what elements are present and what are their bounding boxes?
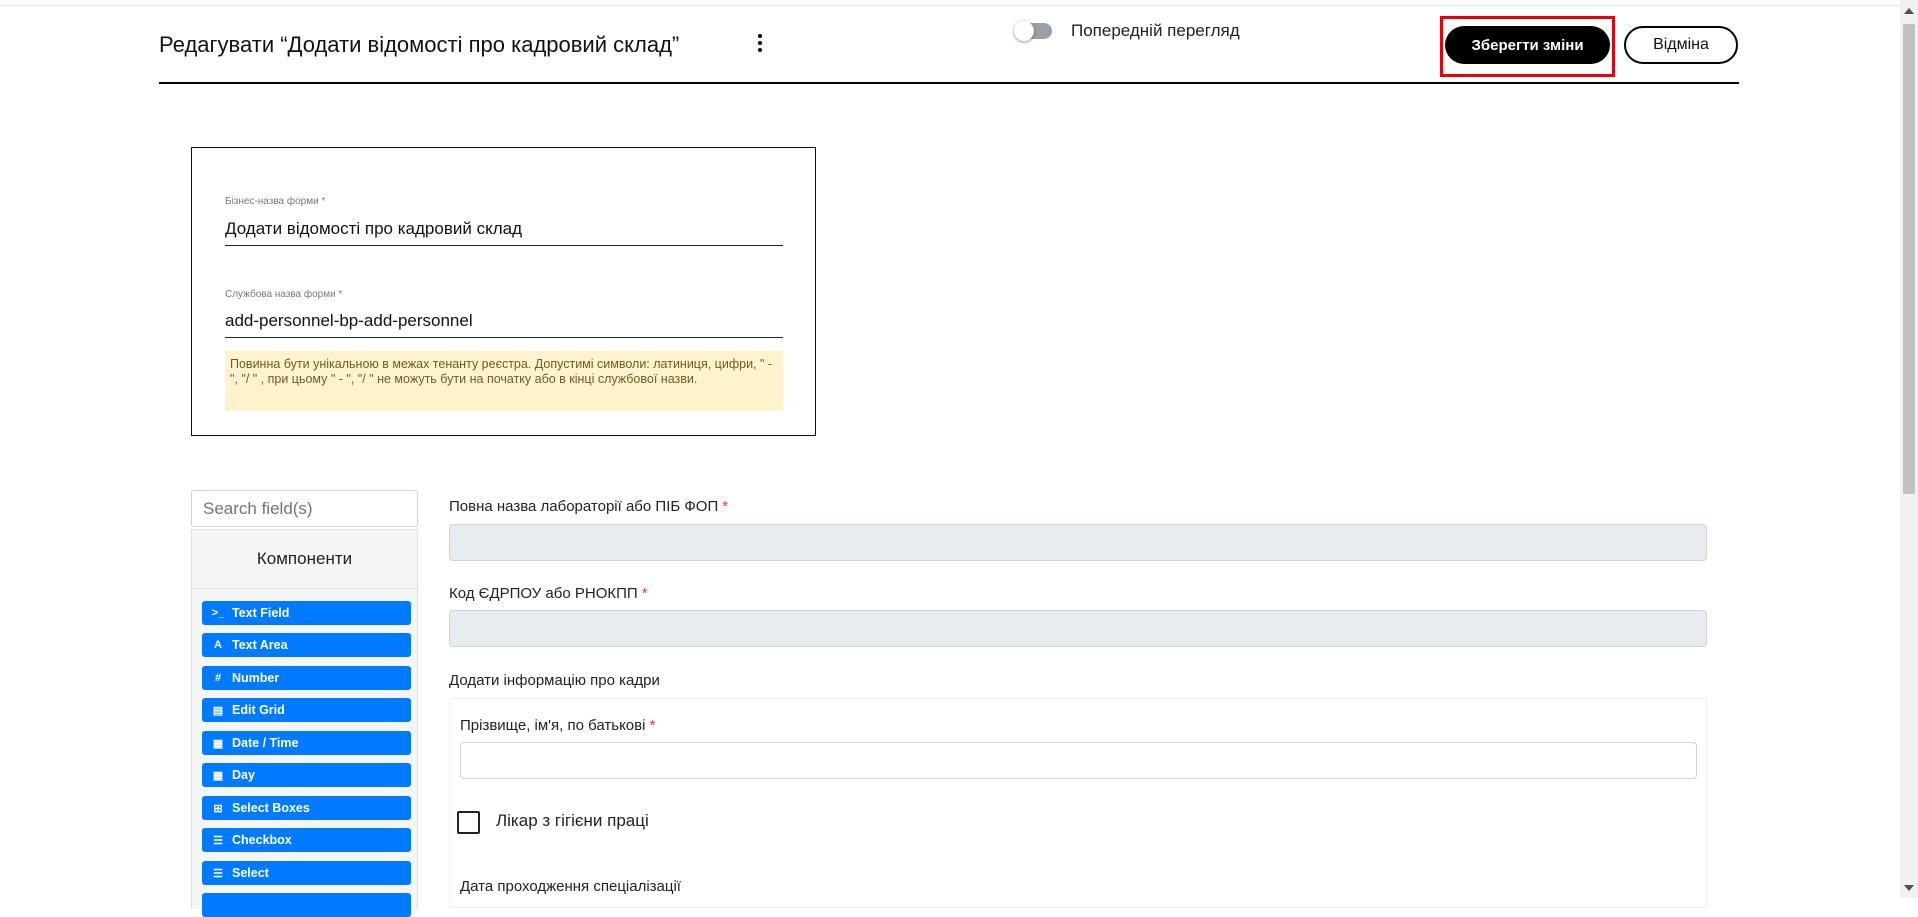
toggle-knob xyxy=(1014,21,1034,41)
personnel-section-label: Додати інформацію про кадри xyxy=(449,672,660,689)
plus-square-icon: ⊞ xyxy=(213,802,223,815)
occupational-hygiene-checkbox[interactable] xyxy=(457,811,480,834)
cancel-button[interactable]: Відміна xyxy=(1624,26,1738,64)
calendar-icon: ▦ xyxy=(212,737,224,750)
component-text-area[interactable]: A Text Area xyxy=(202,633,411,657)
service-name-input[interactable]: add-personnel-bp-add-personnel xyxy=(225,311,783,338)
font-icon: A xyxy=(214,639,222,651)
scroll-up-icon[interactable] xyxy=(1904,8,1914,14)
component-day[interactable]: ▦ Day xyxy=(202,763,411,787)
required-mark: * xyxy=(641,585,648,602)
page-title: Редагувати “Додати відомості про кадрови… xyxy=(159,32,680,57)
scroll-down-icon[interactable] xyxy=(1904,885,1914,891)
full-name-label: Прізвище, ім'я, по батькові * xyxy=(460,717,655,734)
components-header[interactable]: Компоненти xyxy=(191,529,418,589)
vertical-scrollbar[interactable] xyxy=(1900,0,1918,898)
more-options-icon[interactable] xyxy=(756,34,764,56)
search-fields-input[interactable]: Search field(s) xyxy=(191,490,418,527)
service-name-hint: Повинна бути унікальною в межах тенанту … xyxy=(225,351,783,411)
lab-name-label: Повна назва лабораторії або ПІБ ФОП * xyxy=(449,498,728,515)
hashtag-icon: # xyxy=(214,672,222,684)
full-name-input[interactable] xyxy=(460,742,1697,779)
required-mark: * xyxy=(649,717,656,734)
occupational-hygiene-label: Лікар з гігієни праці xyxy=(496,811,649,830)
component-label: Checkbox xyxy=(232,833,292,847)
lab-name-label-text: Повна назва лабораторії або ПІБ ФОП xyxy=(449,498,719,515)
full-name-label-text: Прізвище, ім'я, по батькові xyxy=(460,717,646,734)
component-label: Date / Time xyxy=(232,736,299,750)
terminal-icon: >_ xyxy=(211,607,225,619)
specialization-date-label: Дата проходження спеціалізації xyxy=(460,878,681,895)
form-settings-card: Бізнес-назва форми * Додати відомості пр… xyxy=(191,147,816,436)
component-label: Text Field xyxy=(232,606,290,620)
component-select-boxes[interactable]: ⊞ Select Boxes xyxy=(202,796,411,820)
component-checkbox[interactable]: ☰ Checkbox xyxy=(202,828,411,852)
component-select[interactable]: ☰ Select xyxy=(202,861,411,885)
edrpou-input[interactable] xyxy=(449,610,1707,647)
service-name-label: Службова назва форми * xyxy=(225,289,343,300)
component-label: Edit Grid xyxy=(232,703,285,717)
component-label: Text Area xyxy=(232,638,288,652)
preview-label: Попередній перегляд xyxy=(1071,21,1240,40)
business-name-input[interactable]: Додати відомості про кадровий склад xyxy=(225,219,783,246)
top-divider xyxy=(0,5,1900,6)
preview-toggle[interactable] xyxy=(1014,21,1052,41)
edrpou-label-text: Код ЄДРПОУ або РНОКПП xyxy=(449,585,638,602)
components-list: >_ Text Field A Text Area # Number ▤ Edi… xyxy=(191,589,418,917)
tasks-icon: ▤ xyxy=(212,704,224,717)
component-edit-grid[interactable]: ▤ Edit Grid xyxy=(202,698,411,722)
component-number[interactable]: # Number xyxy=(202,666,411,690)
component-label: Select Boxes xyxy=(232,801,310,815)
th-list-icon: ☰ xyxy=(213,834,223,847)
th-list-icon: ☰ xyxy=(213,867,223,880)
business-name-label: Бізнес-назва форми * xyxy=(225,196,326,207)
edrpou-label: Код ЄДРПОУ або РНОКПП * xyxy=(449,585,648,602)
scrollbar-thumb[interactable] xyxy=(1903,24,1915,494)
component-label: Select xyxy=(232,866,269,880)
lab-name-input[interactable] xyxy=(449,524,1707,561)
component-label: Number xyxy=(232,671,280,685)
calendar-icon: ▦ xyxy=(212,769,224,782)
component-text-field[interactable]: >_ Text Field xyxy=(202,601,411,625)
component-date-time[interactable]: ▦ Date / Time xyxy=(202,731,411,755)
save-button[interactable]: Зберегти зміни xyxy=(1445,26,1610,64)
required-mark: * xyxy=(722,498,729,515)
component-more[interactable] xyxy=(202,893,411,917)
component-label: Day xyxy=(232,768,255,782)
